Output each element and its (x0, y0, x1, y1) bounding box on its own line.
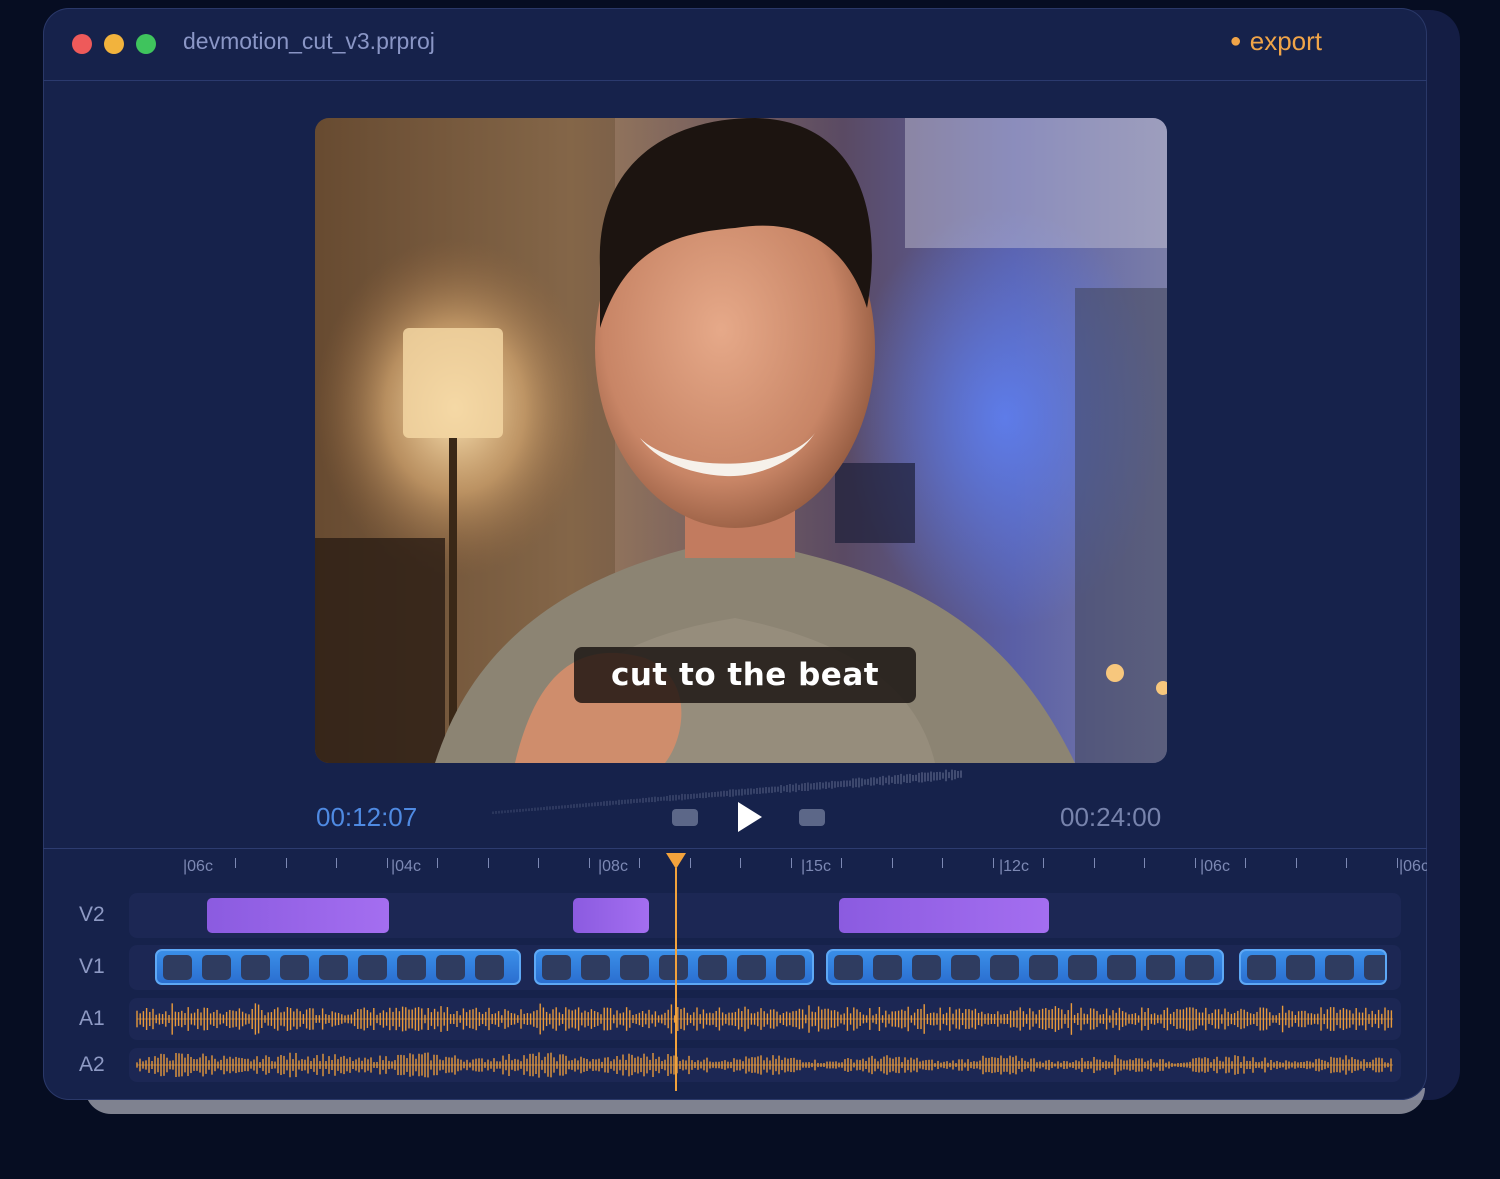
clip-frame-thumbnail (737, 954, 766, 980)
overlay-clip[interactable] (839, 898, 1049, 933)
clip-frame-thumbnail (912, 954, 941, 980)
overlay-clip[interactable] (573, 898, 649, 933)
close-button[interactable] (72, 34, 92, 54)
ruler-label: |06c (1200, 858, 1230, 875)
clip-frame-thumbnail (659, 954, 688, 980)
track-a1[interactable] (129, 998, 1401, 1040)
export-label: export (1249, 26, 1322, 56)
clip-frame-thumbnail (202, 954, 231, 980)
export-dot-icon: ● (1229, 30, 1242, 52)
clip-frame-thumbnail (698, 954, 727, 980)
clip-frame-thumbnail (280, 954, 309, 980)
video-preview[interactable]: cut to the beat (315, 118, 1167, 763)
video-clip[interactable] (155, 949, 521, 985)
ruler-label: |04c (391, 858, 421, 875)
editor-window: devmotion_cut_v3.prproj ● export cut to … (43, 8, 1427, 1100)
project-title: devmotion_cut_v3.prproj (183, 28, 435, 54)
track-label-v2: V2 (79, 903, 105, 926)
clip-frame-thumbnail (1146, 954, 1175, 980)
ruler-tick (1245, 858, 1246, 868)
ruler-tick (790, 858, 792, 868)
clip-frame-thumbnail (436, 954, 465, 980)
ruler-tick (1144, 858, 1145, 868)
track-label-a2: A2 (79, 1053, 105, 1076)
ruler-tick (235, 858, 236, 868)
time-ruler[interactable]: |06c |04c |08c |15c |12c |06c |06c (43, 850, 1427, 890)
title-bar: devmotion_cut_v3.prproj ● export (43, 8, 1427, 81)
export-button[interactable]: ● export (1230, 26, 1322, 57)
ruler-tick (740, 858, 741, 868)
clip-frame-thumbnail (397, 954, 426, 980)
minimize-button[interactable] (104, 34, 124, 54)
clip-frame-thumbnail (319, 954, 348, 980)
clip-frame-thumbnail (1247, 954, 1276, 980)
ruler-tick (487, 858, 489, 868)
next-marker-icon[interactable] (799, 809, 825, 826)
clip-frame-thumbnail (1325, 954, 1354, 980)
clip-frame-thumbnail (834, 954, 863, 980)
ruler-tick (1396, 858, 1398, 868)
scrub-waveform (492, 769, 962, 814)
subtitle-caption[interactable]: cut to the beat (574, 647, 916, 703)
clip-frame-thumbnail (1107, 954, 1136, 980)
clip-frame-thumbnail (1185, 954, 1214, 980)
ruler-tick (942, 858, 943, 868)
ruler-tick (588, 858, 590, 868)
audio-waveform-a1 (136, 1003, 1393, 1035)
ruler-tick (386, 858, 388, 868)
ruler-tick (336, 858, 337, 868)
track-v2[interactable] (129, 893, 1401, 938)
current-timecode[interactable]: 00:12:07 (316, 802, 417, 833)
playhead-handle-icon[interactable] (666, 853, 686, 871)
ruler-label: |15c (801, 858, 831, 875)
ruler-tick (437, 858, 438, 868)
clip-frame-thumbnail (475, 954, 504, 980)
clip-frame-thumbnail (990, 954, 1019, 980)
ruler-tick (841, 858, 842, 868)
ruler-label: |12c (999, 858, 1029, 875)
ruler-tick (891, 858, 893, 868)
ruler-tick (639, 858, 640, 868)
clip-frame-thumbnail (951, 954, 980, 980)
track-label-v1: V1 (79, 955, 105, 978)
clip-frame-thumbnail (776, 954, 805, 980)
ruler-tick (1194, 858, 1196, 868)
ruler-tick (1043, 858, 1044, 868)
clip-frame-thumbnail (1068, 954, 1097, 980)
maximize-button[interactable] (136, 34, 156, 54)
clip-frame-thumbnail (620, 954, 649, 980)
ruler-tick (1346, 858, 1347, 868)
ruler-label: |06c (1399, 858, 1427, 875)
ruler-tick (1295, 858, 1297, 868)
track-v1[interactable] (129, 945, 1401, 990)
clip-frame-thumbnail (1364, 954, 1385, 980)
clip-frame-thumbnail (358, 954, 387, 980)
timeline-divider (43, 848, 1427, 849)
ruler-label: |06c (183, 858, 213, 875)
video-clip[interactable] (534, 949, 814, 985)
ruler-label: |08c (598, 858, 628, 875)
prev-marker-icon[interactable] (672, 809, 698, 826)
ruler-tick (538, 858, 539, 868)
track-label-a1: A1 (79, 1007, 105, 1030)
ruler-tick (1093, 858, 1095, 868)
clip-frame-thumbnail (542, 954, 571, 980)
track-a2[interactable] (129, 1048, 1401, 1082)
total-duration: 00:24:00 (1060, 802, 1162, 832)
ruler-tick (285, 858, 287, 868)
playhead[interactable] (675, 868, 677, 1091)
clip-frame-thumbnail (163, 954, 192, 980)
play-icon[interactable] (735, 800, 765, 834)
audio-waveform-a2 (136, 1052, 1393, 1078)
clip-frame-thumbnail (1286, 954, 1315, 980)
clip-frame-thumbnail (1029, 954, 1058, 980)
video-clip[interactable] (1239, 949, 1387, 985)
ruler-tick (689, 858, 691, 868)
clip-frame-thumbnail (581, 954, 610, 980)
clip-frame-thumbnail (241, 954, 270, 980)
overlay-clip[interactable] (207, 898, 389, 933)
ruler-tick (992, 858, 994, 868)
video-clip[interactable] (826, 949, 1224, 985)
clip-frame-thumbnail (873, 954, 902, 980)
